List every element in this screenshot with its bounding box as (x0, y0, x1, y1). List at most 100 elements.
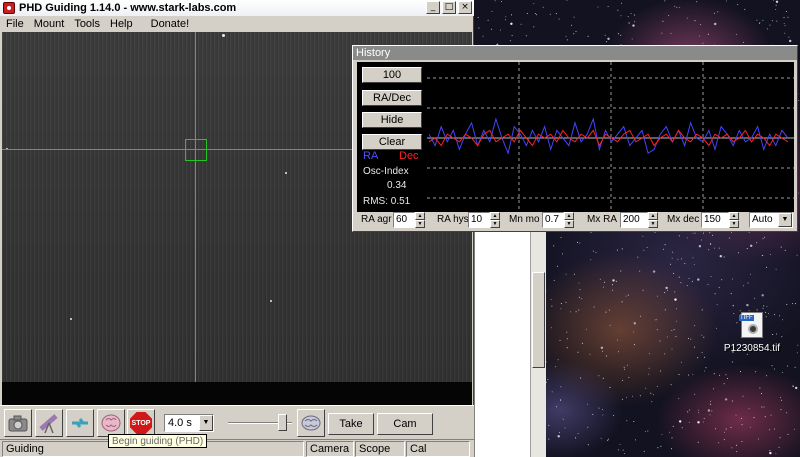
background-star (494, 0, 496, 2)
phd-app-icon[interactable] (3, 2, 15, 14)
background-star (694, 232, 696, 234)
background-star (625, 295, 627, 297)
background-star (575, 311, 577, 313)
desktop-file-label[interactable]: P1230854.tif (722, 343, 782, 354)
background-star (573, 273, 575, 275)
ra-agr-spinner[interactable]: ▲ ▼ (415, 212, 425, 228)
background-star (697, 357, 699, 359)
ra-hys-spinner[interactable]: ▲ ▼ (490, 212, 500, 228)
background-star (716, 304, 718, 306)
spin-up-icon[interactable]: ▲ (648, 212, 658, 220)
title-bar[interactable]: PHD Guiding 1.14.0 - www.stark-labs.com … (0, 0, 474, 16)
background-star (578, 309, 580, 311)
menu-tools[interactable]: Tools (74, 16, 100, 32)
mx-dec-field[interactable]: 150 (701, 212, 729, 228)
spin-down-icon[interactable]: ▼ (648, 220, 658, 228)
background-star (677, 258, 679, 260)
dec-algorithm-select[interactable]: Auto ▼ (749, 212, 793, 228)
background-star (775, 453, 777, 455)
background-star (743, 285, 745, 287)
background-star (747, 282, 749, 284)
background-star (675, 336, 677, 337)
ra-dec-mode-button[interactable]: RA/Dec (362, 90, 422, 106)
tiff-file-icon[interactable]: TIFF (739, 312, 763, 338)
ra-hys-field[interactable]: 10 (468, 212, 490, 228)
exposure-duration-select[interactable]: 4.0 s ▼ (164, 414, 214, 432)
background-star (603, 286, 604, 288)
background-scrollbar[interactable] (530, 232, 546, 457)
background-star (742, 395, 744, 397)
spin-down-icon[interactable]: ▼ (564, 220, 574, 228)
chevron-down-icon[interactable]: ▼ (778, 213, 792, 227)
mx-dec-spinner[interactable]: ▲ ▼ (729, 212, 739, 228)
gamma-slider-thumb[interactable] (278, 414, 287, 431)
background-star (520, 23, 522, 25)
background-star (688, 337, 689, 339)
spin-up-icon[interactable]: ▲ (490, 212, 500, 220)
background-star (548, 424, 550, 426)
background-star (771, 365, 773, 367)
background-star (787, 433, 789, 435)
background-star (607, 438, 609, 440)
maximize-button[interactable]: □ (442, 1, 456, 14)
rms-value: RMS: 0.51 (363, 196, 411, 207)
background-star (688, 278, 690, 279)
telescope-connect-button[interactable] (35, 409, 63, 437)
background-star (573, 16, 575, 18)
history-title-bar[interactable]: History (353, 46, 797, 60)
background-star (718, 287, 720, 289)
menu-file[interactable]: File (6, 16, 24, 32)
background-star (697, 278, 700, 281)
background-star (645, 387, 647, 389)
background-star (795, 386, 798, 390)
cam-dialog-button[interactable]: Cam Dialog (377, 413, 433, 450)
background-star (746, 353, 748, 355)
spin-down-icon[interactable]: ▼ (415, 220, 425, 228)
spin-down-icon[interactable]: ▼ (490, 220, 500, 228)
brain-settings-button[interactable] (297, 409, 325, 437)
spin-up-icon[interactable]: ▲ (564, 212, 574, 220)
spin-down-icon[interactable]: ▼ (729, 220, 739, 228)
take-dark-button[interactable]: Take Dark (328, 413, 374, 450)
background-star (562, 418, 564, 420)
scale-button[interactable]: 100 (362, 67, 422, 83)
mx-ra-spinner[interactable]: ▲ ▼ (648, 212, 658, 228)
clear-button[interactable]: Clear (362, 134, 422, 150)
close-button[interactable]: × (458, 1, 472, 14)
osc-index-label: Osc-Index (363, 166, 409, 177)
scrollbar-thumb[interactable] (532, 272, 545, 368)
background-star (602, 350, 603, 352)
minimize-button[interactable]: _ (426, 1, 440, 14)
camera-connect-button[interactable] (4, 409, 32, 437)
background-star (579, 289, 581, 291)
menu-help[interactable]: Help (110, 16, 133, 32)
spin-up-icon[interactable]: ▲ (415, 212, 425, 220)
ra-agr-label: RA agr (361, 214, 392, 225)
background-star (560, 237, 562, 238)
background-star (787, 365, 789, 367)
menu-mount[interactable]: Mount (34, 16, 65, 32)
hide-button[interactable]: Hide (362, 112, 422, 128)
chevron-down-icon[interactable]: ▼ (199, 415, 213, 431)
background-star (768, 429, 770, 431)
mn-mo-field[interactable]: 0.7 (542, 212, 564, 228)
loop-exposure-button[interactable] (66, 409, 94, 437)
mn-mo-spinner[interactable]: ▲ ▼ (564, 212, 574, 228)
menu-donate[interactable]: Donate! (151, 16, 190, 32)
background-star (694, 20, 696, 22)
background-star (757, 438, 759, 440)
stop-button[interactable]: STOP (127, 409, 155, 437)
background-star (788, 36, 790, 38)
spin-up-icon[interactable]: ▲ (729, 212, 739, 220)
cal-status: Cal (406, 441, 470, 457)
ra-agr-field[interactable]: 60 (393, 212, 415, 228)
background-star (714, 293, 716, 295)
background-star (547, 379, 549, 380)
background-star (639, 270, 641, 272)
background-star (627, 16, 629, 18)
desktop-file-icon[interactable]: TIFF P1230854.tif (722, 312, 782, 354)
mx-ra-field[interactable]: 200 (620, 212, 648, 228)
history-chart-svg (427, 62, 794, 212)
begin-guiding-button[interactable] (97, 409, 125, 437)
background-star (681, 427, 683, 429)
